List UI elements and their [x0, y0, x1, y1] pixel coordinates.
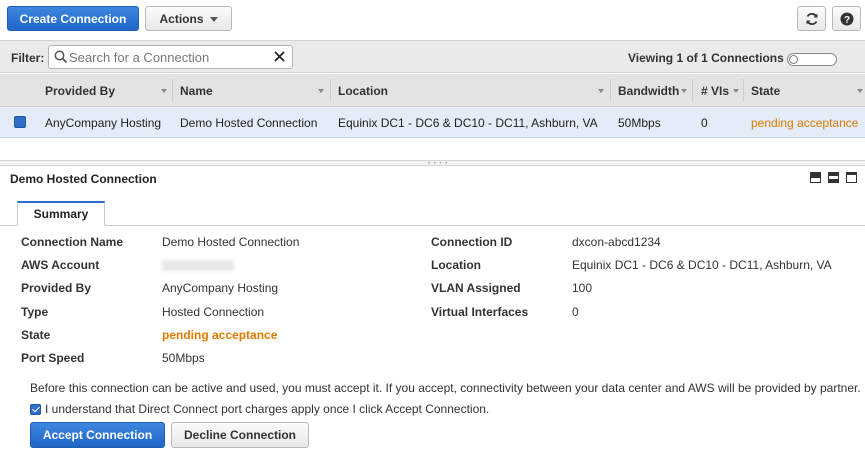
table-header: Provided By Name Location Bandwidth # VI… [0, 74, 865, 107]
close-icon[interactable] [273, 50, 286, 63]
table-row[interactable]: AnyCompany Hosting Demo Hosted Connectio… [0, 107, 865, 138]
help-button[interactable]: ? [832, 6, 861, 31]
label-provided-by: Provided By [21, 281, 92, 295]
cell-provided-by: AnyCompany Hosting [45, 116, 162, 130]
filter-bar: Filter: Viewing 1 of 1 Connections [0, 40, 865, 73]
sort-caret-icon[interactable] [318, 89, 324, 93]
column-header-location[interactable]: Location [338, 84, 388, 98]
column-divider [610, 79, 611, 102]
create-connection-button[interactable]: Create Connection [7, 6, 139, 31]
column-header-bandwidth[interactable]: Bandwidth [618, 84, 679, 98]
value-vlan-assigned: 100 [572, 281, 593, 295]
column-header-provided-by[interactable]: Provided By [45, 84, 115, 98]
actions-dropdown-button[interactable]: Actions [145, 6, 232, 31]
label-state: State [21, 328, 51, 342]
row-checkbox[interactable] [14, 116, 26, 128]
label-aws-account: AWS Account [21, 258, 100, 272]
value-aws-account-redacted [162, 258, 234, 272]
cell-state: pending acceptance [751, 116, 859, 130]
chevron-down-icon [209, 17, 218, 22]
label-connection-name: Connection Name [21, 235, 124, 249]
panel-layout-bottom-icon[interactable] [810, 172, 821, 183]
detail-title: Demo Hosted Connection [10, 172, 157, 186]
panel-splitter[interactable]: • • • • [0, 160, 865, 167]
value-port-speed: 50Mbps [162, 351, 205, 365]
value-location: Equinix DC1 - DC6 & DC10 - DC11, Ashburn… [572, 258, 832, 272]
column-divider [172, 79, 173, 102]
column-divider [743, 79, 744, 102]
actions-label: Actions [159, 11, 204, 26]
value-virtual-interfaces: 0 [572, 305, 579, 319]
value-connection-name: Demo Hosted Connection [162, 235, 300, 249]
search-input[interactable] [69, 49, 269, 65]
acceptance-notice: Before this connection can be active and… [30, 381, 861, 395]
label-type: Type [21, 305, 49, 319]
toggle-knob [789, 55, 798, 64]
redacted-account-blur [162, 260, 234, 272]
help-icon: ? [840, 12, 853, 25]
filter-label: Filter: [11, 51, 45, 65]
value-state: pending acceptance [162, 328, 278, 342]
column-header-vis[interactable]: # VIs [701, 84, 729, 98]
label-location: Location [431, 258, 481, 272]
svg-text:?: ? [843, 14, 849, 25]
panel-layout-split-icon[interactable] [828, 172, 839, 183]
refresh-button[interactable] [797, 6, 826, 31]
sort-caret-icon[interactable] [681, 89, 687, 93]
agree-label: I understand that Direct Connect port ch… [45, 402, 490, 416]
value-connection-id: dxcon-abcd1234 [572, 235, 661, 249]
accept-connection-button[interactable]: Accept Connection [30, 422, 165, 448]
search-icon [54, 50, 68, 64]
column-header-state[interactable]: State [751, 84, 780, 98]
cell-name: Demo Hosted Connection [180, 116, 318, 130]
cell-location: Equinix DC1 - DC6 & DC10 - DC11, Ashburn… [338, 116, 598, 130]
column-header-name[interactable]: Name [180, 84, 213, 98]
value-type: Hosted Connection [162, 305, 265, 319]
column-divider [330, 79, 331, 102]
value-provided-by: AnyCompany Hosting [162, 281, 279, 295]
agree-checkbox[interactable] [30, 403, 41, 415]
cell-vis: 0 [701, 116, 708, 130]
tab-summary[interactable]: Summary [17, 201, 105, 226]
toolbar: Create Connection Actions ? [0, 0, 865, 40]
search-box[interactable] [48, 45, 293, 69]
refresh-icon [806, 12, 817, 25]
sort-caret-icon[interactable] [598, 89, 604, 93]
label-virtual-interfaces: Virtual Interfaces [431, 305, 529, 319]
panel-layout-top-icon[interactable] [846, 172, 857, 183]
column-divider [692, 79, 693, 102]
label-vlan-assigned: VLAN Assigned [431, 281, 521, 295]
drag-handle-icon[interactable]: • • • • [428, 161, 448, 167]
tab-strip [0, 225, 865, 226]
decline-connection-button[interactable]: Decline Connection [171, 422, 309, 448]
viewing-count: Viewing 1 of 1 Connections [628, 51, 784, 65]
agree-checkbox-row[interactable]: I understand that Direct Connect port ch… [30, 402, 489, 416]
sort-caret-icon[interactable] [161, 89, 167, 93]
label-port-speed: Port Speed [21, 351, 85, 365]
sort-caret-icon[interactable] [857, 89, 863, 93]
cell-bandwidth: 50Mbps [618, 116, 661, 130]
label-connection-id: Connection ID [431, 235, 513, 249]
sort-caret-icon[interactable] [733, 89, 739, 93]
view-toggle[interactable] [787, 53, 837, 66]
